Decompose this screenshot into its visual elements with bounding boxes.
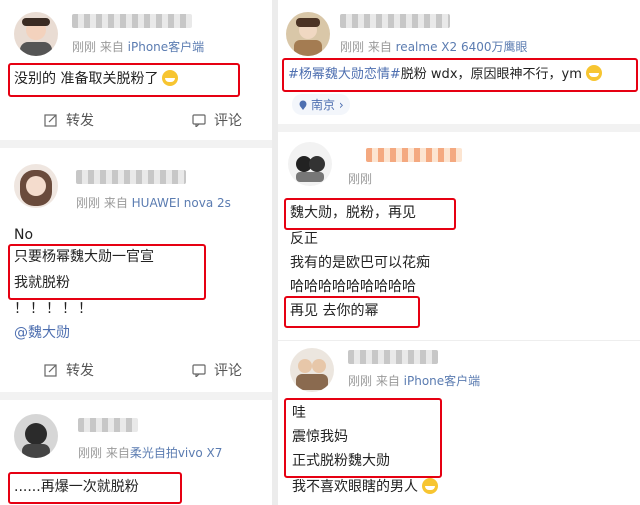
post-meta: 刚刚 来自 realme X2 6400万鹰眼	[340, 40, 528, 54]
comment-button[interactable]: 评论	[192, 110, 242, 130]
weibo-post: 刚刚 来自 iPhone客户端 哇 震惊我妈 正式脱粉魏大勋 我不喜欢眼瞎的男人	[278, 342, 640, 505]
highlight-box	[284, 398, 442, 478]
username-blurred[interactable]	[340, 14, 450, 28]
repost-icon	[44, 364, 57, 377]
divider	[0, 140, 272, 148]
username-blurred[interactable]	[348, 350, 438, 364]
avatar[interactable]	[290, 348, 334, 392]
weibo-post: 刚刚 来自柔光自拍vivo X7 ......再爆一次就脱粉	[0, 400, 272, 505]
post-meta: 刚刚 来自 iPhone客户端	[72, 40, 205, 54]
post-actions: 转发 评论	[0, 354, 272, 386]
repost-button[interactable]: 转发	[44, 360, 94, 380]
divider	[278, 124, 640, 132]
repost-icon	[44, 114, 57, 127]
post-line: ！！！！！	[14, 301, 94, 317]
avatar[interactable]	[14, 164, 58, 208]
avatar[interactable]	[14, 12, 58, 56]
username-blurred[interactable]	[76, 170, 186, 184]
highlight-box	[284, 198, 456, 230]
location-tag[interactable]: 南京 ›	[292, 94, 350, 115]
post-line: No	[14, 227, 34, 243]
post-meta: 刚刚 来自 HUAWEI nova 2s	[76, 196, 231, 210]
comment-icon	[192, 364, 206, 379]
post-meta: 刚刚 来自柔光自拍vivo X7	[78, 446, 223, 460]
weibo-post: 刚刚 魏大勋，脱粉，再见 反正 我有的是欧巴可以花痴 哈哈哈哈哈哈哈哈哈 再见 …	[278, 132, 640, 340]
avatar[interactable]	[288, 142, 332, 186]
post-line: 我有的是欧巴可以花痴	[290, 255, 430, 271]
post-line: 反正	[290, 231, 318, 247]
post-actions: 转发 评论	[0, 104, 272, 136]
divider	[278, 340, 640, 341]
highlight-box	[8, 244, 206, 300]
weibo-post: 刚刚 来自 iPhone客户端 没别的 准备取关脱粉了 转发 评论	[0, 0, 272, 140]
post-line: 哈哈哈哈哈哈哈哈哈	[290, 279, 416, 295]
avatar[interactable]	[14, 414, 58, 458]
weibo-post: 刚刚 来自 realme X2 6400万鹰眼 #杨幂魏大勋恋情#脱粉 wdx，…	[278, 0, 640, 120]
highlight-box	[282, 58, 638, 92]
username-blurred[interactable]	[366, 148, 462, 162]
comment-button[interactable]: 评论	[192, 360, 242, 380]
highlight-box	[8, 63, 240, 97]
location-pin-icon	[299, 100, 307, 110]
post-meta: 刚刚 来自 iPhone客户端	[348, 374, 481, 388]
post-line: 我不喜欢眼瞎的男人	[292, 476, 438, 498]
mention-link[interactable]: @魏大勋	[14, 322, 70, 344]
right-feed: 刚刚 来自 realme X2 6400万鹰眼 #杨幂魏大勋恋情#脱粉 wdx，…	[278, 0, 640, 505]
weibo-post: 刚刚 来自 HUAWEI nova 2s No 只要杨幂魏大勋一官宣 我就脱粉 …	[0, 148, 272, 388]
highlight-box	[8, 472, 182, 504]
repost-button[interactable]: 转发	[44, 110, 94, 130]
username-blurred[interactable]	[78, 418, 138, 432]
avatar[interactable]	[286, 12, 330, 56]
username-blurred[interactable]	[72, 14, 192, 28]
grin-emoji-icon	[422, 478, 438, 494]
highlight-box	[284, 296, 420, 328]
divider	[0, 392, 272, 400]
left-feed: 刚刚 来自 iPhone客户端 没别的 准备取关脱粉了 转发 评论 刚刚 来自 …	[0, 0, 272, 505]
post-meta: 刚刚	[348, 172, 373, 186]
comment-icon	[192, 114, 206, 129]
